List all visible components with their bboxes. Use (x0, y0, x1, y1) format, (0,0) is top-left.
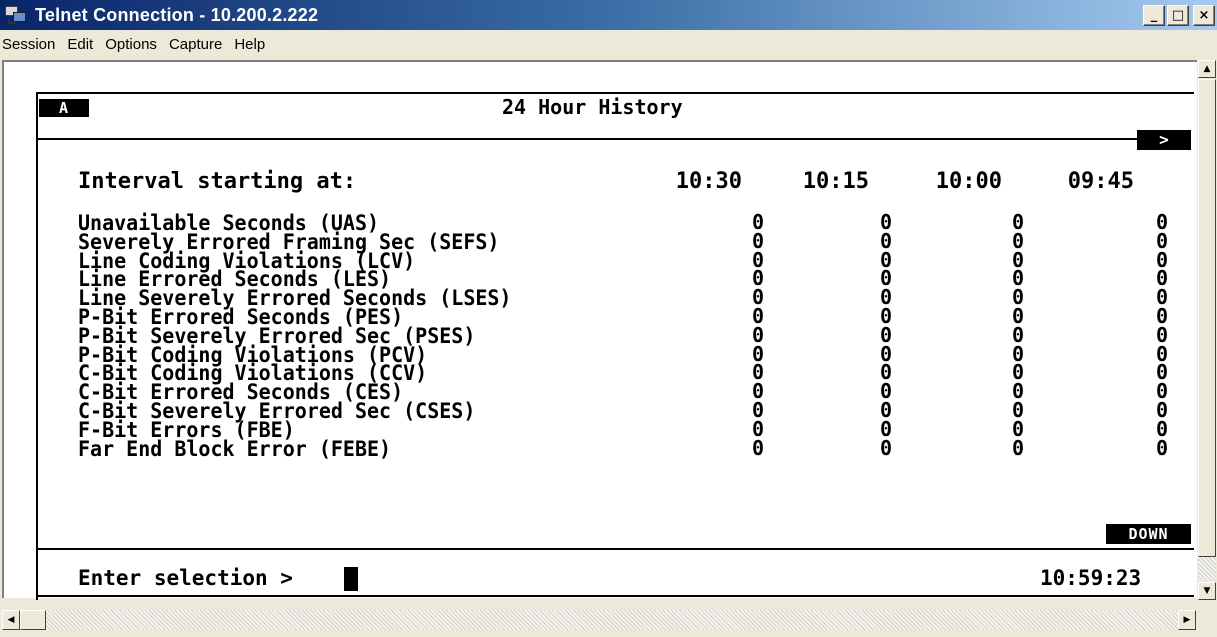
vertical-scroll-thumb[interactable] (1198, 79, 1216, 557)
horizontal-scrollbar[interactable]: ◀ ▶ (0, 600, 1217, 637)
scroll-right-button[interactable]: ▶ (1178, 610, 1196, 630)
column-header: 10:00 (935, 169, 1002, 194)
terminal-screen[interactable]: A 24 Hour History > Interval starting at… (4, 62, 1197, 612)
top-border-line (36, 92, 1194, 94)
menu-edit[interactable]: Edit (61, 36, 99, 53)
screen-title: 24 Hour History (502, 95, 683, 119)
menu-help[interactable]: Help (228, 36, 271, 53)
footer-divider-line (36, 548, 1194, 550)
horizontal-scroll-thumb[interactable] (20, 610, 46, 630)
metric-label: Far End Block Error (FEBE) (78, 435, 392, 461)
bottom-border-line (36, 595, 1194, 597)
metric-row: Far End Block Error (FEBE) 0 0 0 0 (78, 435, 1178, 461)
page-tag: A (39, 99, 89, 117)
metric-value: 0 (879, 435, 892, 460)
telnet-app-icon[interactable] (5, 4, 27, 26)
left-border-top (36, 92, 38, 140)
close-button[interactable]: × (1193, 5, 1215, 26)
scroll-left-button[interactable]: ◀ (2, 610, 20, 630)
menu-options[interactable]: Options (99, 36, 163, 53)
header-divider-line (36, 138, 1187, 140)
more-down-indicator: DOWN (1106, 524, 1191, 544)
column-header: 10:15 (802, 169, 869, 194)
text-cursor (344, 567, 358, 591)
clock-readout: 10:59:23 (1040, 566, 1142, 590)
column-header: 09:45 (1067, 169, 1134, 194)
more-right-indicator: > (1137, 130, 1191, 150)
vertical-scrollbar[interactable]: ▲ ▼ (1197, 60, 1217, 600)
metrics-table: Unavailable Seconds (UAS) 0 0 0 0 Severe… (78, 212, 1178, 461)
selection-prompt[interactable]: Enter selection > (78, 566, 293, 590)
menu-session[interactable]: Session (0, 36, 61, 53)
metric-value: 0 (1011, 435, 1024, 460)
metric-value: 0 (751, 435, 764, 460)
menu-capture[interactable]: Capture (163, 36, 228, 53)
metric-value: 0 (1155, 435, 1168, 460)
title-bar[interactable]: Telnet Connection - 10.200.2.222 _ □ × (0, 0, 1217, 30)
interval-label: Interval starting at: (78, 169, 357, 194)
maximize-button[interactable]: □ (1167, 5, 1189, 26)
size-grip[interactable] (1197, 610, 1217, 637)
scroll-down-button[interactable]: ▼ (1198, 582, 1216, 600)
window-title: Telnet Connection - 10.200.2.222 (35, 4, 319, 25)
terminal-window[interactable]: A 24 Hour History > Interval starting at… (2, 60, 1197, 612)
scroll-up-button[interactable]: ▲ (1198, 60, 1216, 78)
left-border-body (36, 140, 38, 612)
horizontal-scroll-track[interactable] (20, 610, 1178, 630)
menu-bar: Session Edit Options Capture Help (0, 30, 1217, 58)
minimize-button[interactable]: _ (1143, 5, 1165, 26)
column-header: 10:30 (675, 169, 742, 194)
